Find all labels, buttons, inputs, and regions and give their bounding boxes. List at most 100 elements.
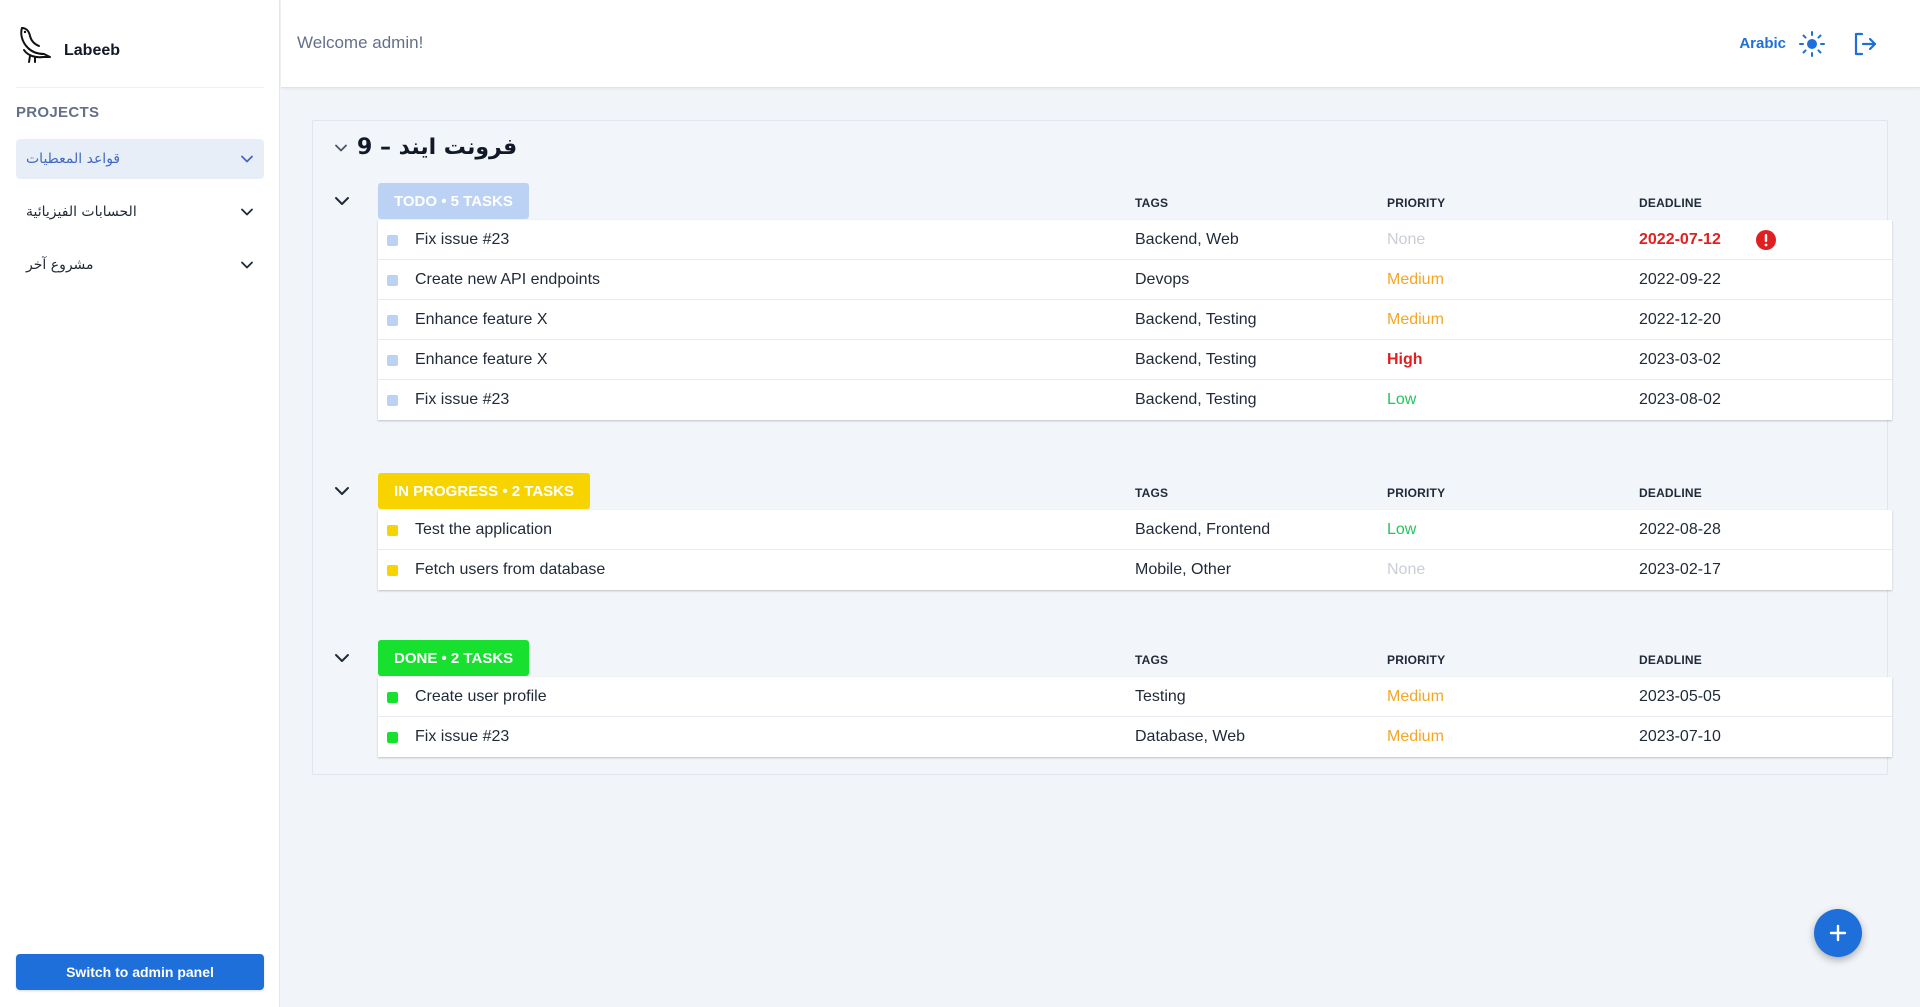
- task-tags: Testing: [1135, 688, 1186, 705]
- project-header[interactable]: فرونت ايند – 9: [333, 135, 517, 160]
- task-row[interactable]: Fetch users from database Mobile, Other …: [378, 550, 1892, 590]
- sidebar-project-label: مشروع آخر: [26, 257, 94, 273]
- task-tags: Backend, Web: [1135, 231, 1239, 248]
- task-name: Create new API endpoints: [415, 271, 601, 288]
- bird-logo-icon: [20, 27, 51, 63]
- group-header: IN PROGRESS • 2 TASKS TAGS PRIORITY DEAD…: [333, 472, 1869, 510]
- chevron-down-icon: [241, 155, 253, 163]
- column-header-deadline: DEADLINE: [1639, 653, 1702, 667]
- task-group-todo: TODO • 5 TASKS TAGS PRIORITY DEADLINE Fi…: [333, 182, 1892, 420]
- task-row[interactable]: Enhance feature X Backend, Testing Mediu…: [378, 300, 1892, 340]
- plus-icon: [1829, 924, 1847, 942]
- task-deadline: 2023-08-02: [1639, 391, 1721, 408]
- divider: [16, 87, 264, 88]
- task-priority: None: [1387, 231, 1426, 248]
- task-row[interactable]: Fix issue #23 Backend, Web None 2022-07-…: [378, 220, 1892, 260]
- column-header-deadline: DEADLINE: [1639, 486, 1702, 500]
- task-name: Fix issue #23: [415, 231, 510, 248]
- task-deadline: 2022-08-28: [1639, 521, 1721, 538]
- alert-icon: [1756, 230, 1776, 250]
- task-row[interactable]: Fix issue #23 Backend, Testing Low 2023-…: [378, 380, 1892, 420]
- sidebar-project-label: الحسابات الفيزيائية: [26, 204, 137, 220]
- sidebar-project-other[interactable]: مشروع آخر: [16, 245, 264, 285]
- task-row[interactable]: Create new API endpoints Devops Medium 2…: [378, 260, 1892, 300]
- add-task-button[interactable]: [1814, 909, 1862, 957]
- task-deadline: 2023-02-17: [1639, 561, 1721, 578]
- column-header-priority: PRIORITY: [1387, 196, 1446, 210]
- chevron-down-icon[interactable]: [333, 140, 349, 156]
- chevron-down-icon: [241, 261, 253, 269]
- task-group-done: DONE • 2 TASKS TAGS PRIORITY DEADLINE Cr…: [333, 639, 1892, 757]
- task-tags: Database, Web: [1135, 728, 1245, 745]
- status-dot: [387, 355, 398, 366]
- status-dot: [387, 275, 398, 286]
- task-tags: Backend, Testing: [1135, 351, 1257, 368]
- task-name: Test the application: [415, 521, 552, 538]
- task-name: Enhance feature X: [415, 351, 548, 368]
- task-tags: Devops: [1135, 271, 1190, 288]
- project-panel: فرونت ايند – 9 TODO • 5 TASKS TAGS PRIOR…: [312, 120, 1892, 775]
- task-list: Test the application Backend, Frontend L…: [378, 510, 1892, 590]
- task-deadline: 2023-05-05: [1639, 688, 1721, 705]
- status-dot: [387, 732, 398, 743]
- group-header: TODO • 5 TASKS TAGS PRIORITY DEADLINE: [333, 182, 1869, 220]
- sidebar-project-physics[interactable]: الحسابات الفيزيائية: [16, 192, 264, 232]
- task-name: Create user profile: [415, 688, 547, 705]
- task-priority: High: [1387, 351, 1423, 368]
- project-title: فرونت ايند – 9: [357, 135, 518, 160]
- column-header-deadline: DEADLINE: [1639, 196, 1702, 210]
- task-tags: Backend, Testing: [1135, 391, 1257, 408]
- status-badge[interactable]: IN PROGRESS • 2 TASKS: [378, 473, 591, 509]
- status-dot: [387, 315, 398, 326]
- brand[interactable]: Labeeb: [16, 20, 264, 68]
- task-tags: Mobile, Other: [1135, 561, 1232, 578]
- sidebar-project-databases[interactable]: قواعد المعطيات: [16, 139, 264, 179]
- task-name: Fix issue #23: [415, 728, 510, 745]
- task-name: Fetch users from database: [415, 561, 606, 578]
- chevron-down-icon[interactable]: [333, 649, 351, 667]
- column-header-priority: PRIORITY: [1387, 653, 1446, 667]
- task-priority: Medium: [1387, 688, 1444, 705]
- task-deadline: 2023-07-10: [1639, 728, 1721, 745]
- task-name: Fix issue #23: [415, 391, 510, 408]
- group-header: DONE • 2 TASKS TAGS PRIORITY DEADLINE: [333, 639, 1869, 677]
- task-list: Create user profile Testing Medium 2023-…: [378, 677, 1892, 757]
- task-priority: Medium: [1387, 728, 1444, 745]
- status-dot: [387, 565, 398, 576]
- status-badge[interactable]: DONE • 2 TASKS: [378, 640, 530, 676]
- task-row[interactable]: Test the application Backend, Frontend L…: [378, 510, 1892, 550]
- column-header-tags: TAGS: [1135, 653, 1169, 667]
- chevron-down-icon: [241, 208, 253, 216]
- chevron-down-icon[interactable]: [333, 482, 351, 500]
- sidebar-project-label: قواعد المعطيات: [26, 151, 121, 167]
- language-switch-link[interactable]: Arabic: [1739, 35, 1786, 52]
- brand-name: Labeeb: [64, 42, 121, 59]
- task-deadline: 2022-09-22: [1639, 271, 1721, 288]
- task-tags: Backend, Frontend: [1135, 521, 1271, 538]
- status-badge[interactable]: TODO • 5 TASKS: [378, 183, 529, 219]
- task-priority: Low: [1387, 391, 1417, 408]
- sun-icon[interactable]: [1798, 30, 1826, 58]
- column-header-priority: PRIORITY: [1387, 486, 1446, 500]
- logout-icon[interactable]: [1852, 31, 1878, 57]
- task-priority: Low: [1387, 521, 1417, 538]
- status-dot: [387, 525, 398, 536]
- task-priority: Medium: [1387, 311, 1444, 328]
- column-header-tags: TAGS: [1135, 486, 1169, 500]
- status-dot: [387, 692, 398, 703]
- column-header-tags: TAGS: [1135, 196, 1169, 210]
- task-tags: Backend, Testing: [1135, 311, 1257, 328]
- task-name: Enhance feature X: [415, 311, 548, 328]
- projects-title: PROJECTS: [16, 104, 100, 121]
- task-row[interactable]: Create user profile Testing Medium 2023-…: [378, 677, 1892, 717]
- top-bar: Welcome admin! Arabic: [281, 0, 1920, 88]
- task-deadline: 2022-12-20: [1639, 311, 1721, 328]
- task-deadline: 2022-07-12: [1639, 231, 1721, 248]
- switch-admin-panel-button[interactable]: Switch to admin panel: [16, 954, 264, 990]
- task-row[interactable]: Enhance feature X Backend, Testing High …: [378, 340, 1892, 380]
- sidebar: Labeeb PROJECTS قواعد المعطيات الحسابات …: [0, 0, 280, 1007]
- task-priority: None: [1387, 561, 1426, 578]
- chevron-down-icon[interactable]: [333, 192, 351, 210]
- task-list: Fix issue #23 Backend, Web None 2022-07-…: [378, 220, 1892, 420]
- task-row[interactable]: Fix issue #23 Database, Web Medium 2023-…: [378, 717, 1892, 757]
